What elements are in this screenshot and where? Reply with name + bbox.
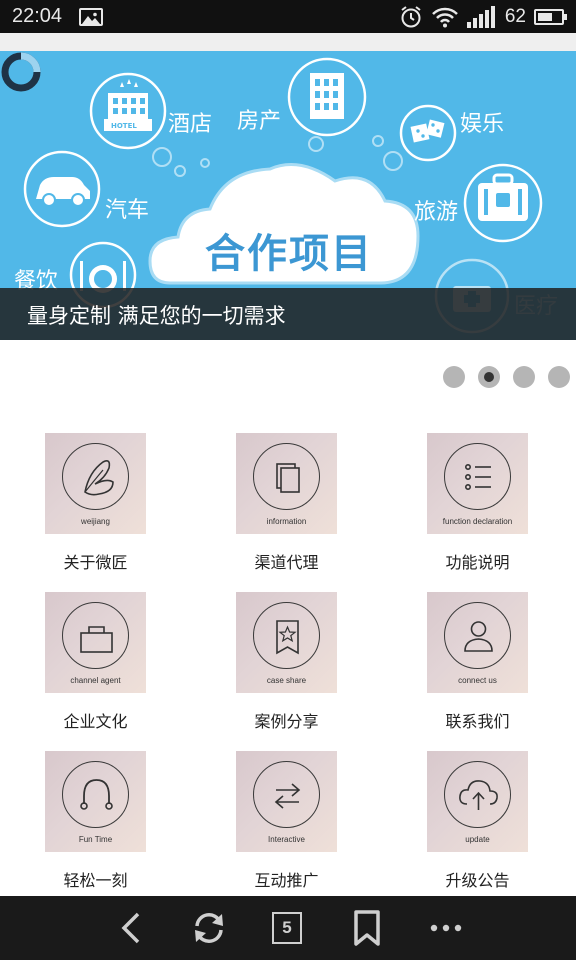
feature-tile-image: update [427, 751, 528, 852]
feature-tile-image: Interactive [236, 751, 337, 852]
feature-tile-image: Fun Time [45, 751, 146, 852]
feature-tile[interactable]: channel agent 企业文化 [45, 592, 146, 731]
feature-tile-en-label: update [465, 835, 490, 844]
feature-tile-en-label: case share [266, 676, 307, 685]
bag-icon [62, 602, 129, 669]
building-icon [287, 57, 367, 137]
carousel-pager [443, 366, 570, 388]
banner-label-car: 汽车 [105, 198, 150, 223]
tabs-icon: 5 [272, 912, 302, 944]
luggage-icon [463, 163, 543, 243]
more-icon [430, 924, 462, 932]
feature-tile-label: 企业文化 [63, 712, 128, 731]
feature-tile[interactable]: information 渠道代理 [236, 433, 337, 572]
feature-tile-label: 功能说明 [445, 553, 510, 572]
page-header-strip [0, 33, 576, 51]
pager-dot[interactable] [513, 366, 535, 388]
feature-tile-label: 案例分享 [254, 712, 319, 731]
refresh-button[interactable] [189, 908, 229, 948]
feature-tile-en-label: function declaration [442, 517, 513, 526]
butterfly-icon [62, 443, 129, 510]
refresh-icon [195, 913, 223, 943]
signal-icon [466, 6, 495, 28]
status-bar: 22:04 62 [0, 0, 576, 33]
star-bookmark-icon [253, 602, 320, 669]
pager-dot[interactable] [443, 366, 465, 388]
browser-toolbar: 5 [0, 896, 576, 960]
feature-tile-en-label: Fun Time [78, 835, 113, 844]
banner-caption: 量身定制 满足您的一切需求 [27, 304, 286, 328]
hotel-icon [89, 72, 167, 150]
feature-tile-image: case share [236, 592, 337, 693]
feature-tile-image: weijiang [45, 433, 146, 534]
feature-tile[interactable]: update 升级公告 [427, 751, 528, 890]
banner-label-travel: 旅游 [414, 200, 459, 225]
feature-tile[interactable]: Interactive 互动推广 [236, 751, 337, 890]
alarm-icon [401, 6, 421, 28]
bookmark-button[interactable] [347, 908, 387, 948]
pager-dot[interactable] [478, 366, 500, 388]
bookmark-icon [354, 910, 380, 946]
banner-caption-bar: 量身定制 满足您的一切需求 [0, 288, 576, 340]
feature-tile-en-label: information [266, 517, 307, 526]
feature-tile-label: 轻松一刻 [63, 871, 128, 890]
feature-tile[interactable]: function declaration 功能说明 [427, 433, 528, 572]
status-time: 22:04 [12, 5, 63, 27]
banner-carousel[interactable]: 酒店 房产 娱乐 汽车 旅游 餐饮 医疗 HOTEL 合作项目 量身定制 满足您… [0, 51, 576, 340]
feature-tile[interactable]: weijiang 关于微匠 [45, 433, 146, 572]
banner-label-hotel: 酒店 [168, 112, 213, 137]
cloud-title: 合作项目 [205, 231, 373, 277]
headphones-icon [62, 761, 129, 828]
image-notification-icon [79, 8, 103, 26]
back-icon [121, 912, 140, 944]
feature-tile-en-label: channel agent [70, 676, 121, 685]
feature-tile-en-label: weijiang [81, 517, 110, 526]
feature-tile-label: 关于微匠 [63, 553, 128, 572]
feature-tile-image: function declaration [427, 433, 528, 534]
feature-tile[interactable]: connect us 联系我们 [427, 592, 528, 731]
feature-tile[interactable]: case share 案例分享 [236, 592, 337, 731]
documents-icon [253, 443, 320, 510]
feature-tile-image: information [236, 433, 337, 534]
more-button[interactable] [426, 908, 466, 948]
pager-dot[interactable] [548, 366, 570, 388]
feature-tile-label: 互动推广 [254, 871, 319, 890]
car-icon [23, 150, 101, 228]
feature-tile-label: 联系我们 [445, 712, 510, 731]
list-icon [444, 443, 511, 510]
feature-tile-label: 渠道代理 [254, 553, 319, 572]
banner-label-realestate: 房产 [237, 109, 282, 134]
wifi-icon [431, 7, 458, 28]
feature-tile-en-label: Interactive [268, 835, 305, 844]
dice-icon [399, 104, 457, 162]
back-button[interactable] [112, 908, 152, 948]
feature-tile-label: 升级公告 [445, 871, 510, 890]
person-icon [444, 602, 511, 669]
feature-tile-en-label: connect us [458, 676, 497, 685]
hotel-sign-text: HOTEL [111, 122, 137, 130]
banner-label-entertainment: 娱乐 [460, 112, 505, 137]
feature-tile[interactable]: Fun Time 轻松一刻 [45, 751, 146, 890]
arrows-icon [253, 761, 320, 828]
feature-tile-image: connect us [427, 592, 528, 693]
feature-tile-image: channel agent [45, 592, 146, 693]
battery-icon [534, 9, 567, 25]
loading-spinner-icon [1, 52, 41, 92]
cloud-upload-icon [444, 761, 511, 828]
tabs-button[interactable]: 5 [268, 908, 308, 948]
battery-percent: 62 [504, 6, 526, 27]
